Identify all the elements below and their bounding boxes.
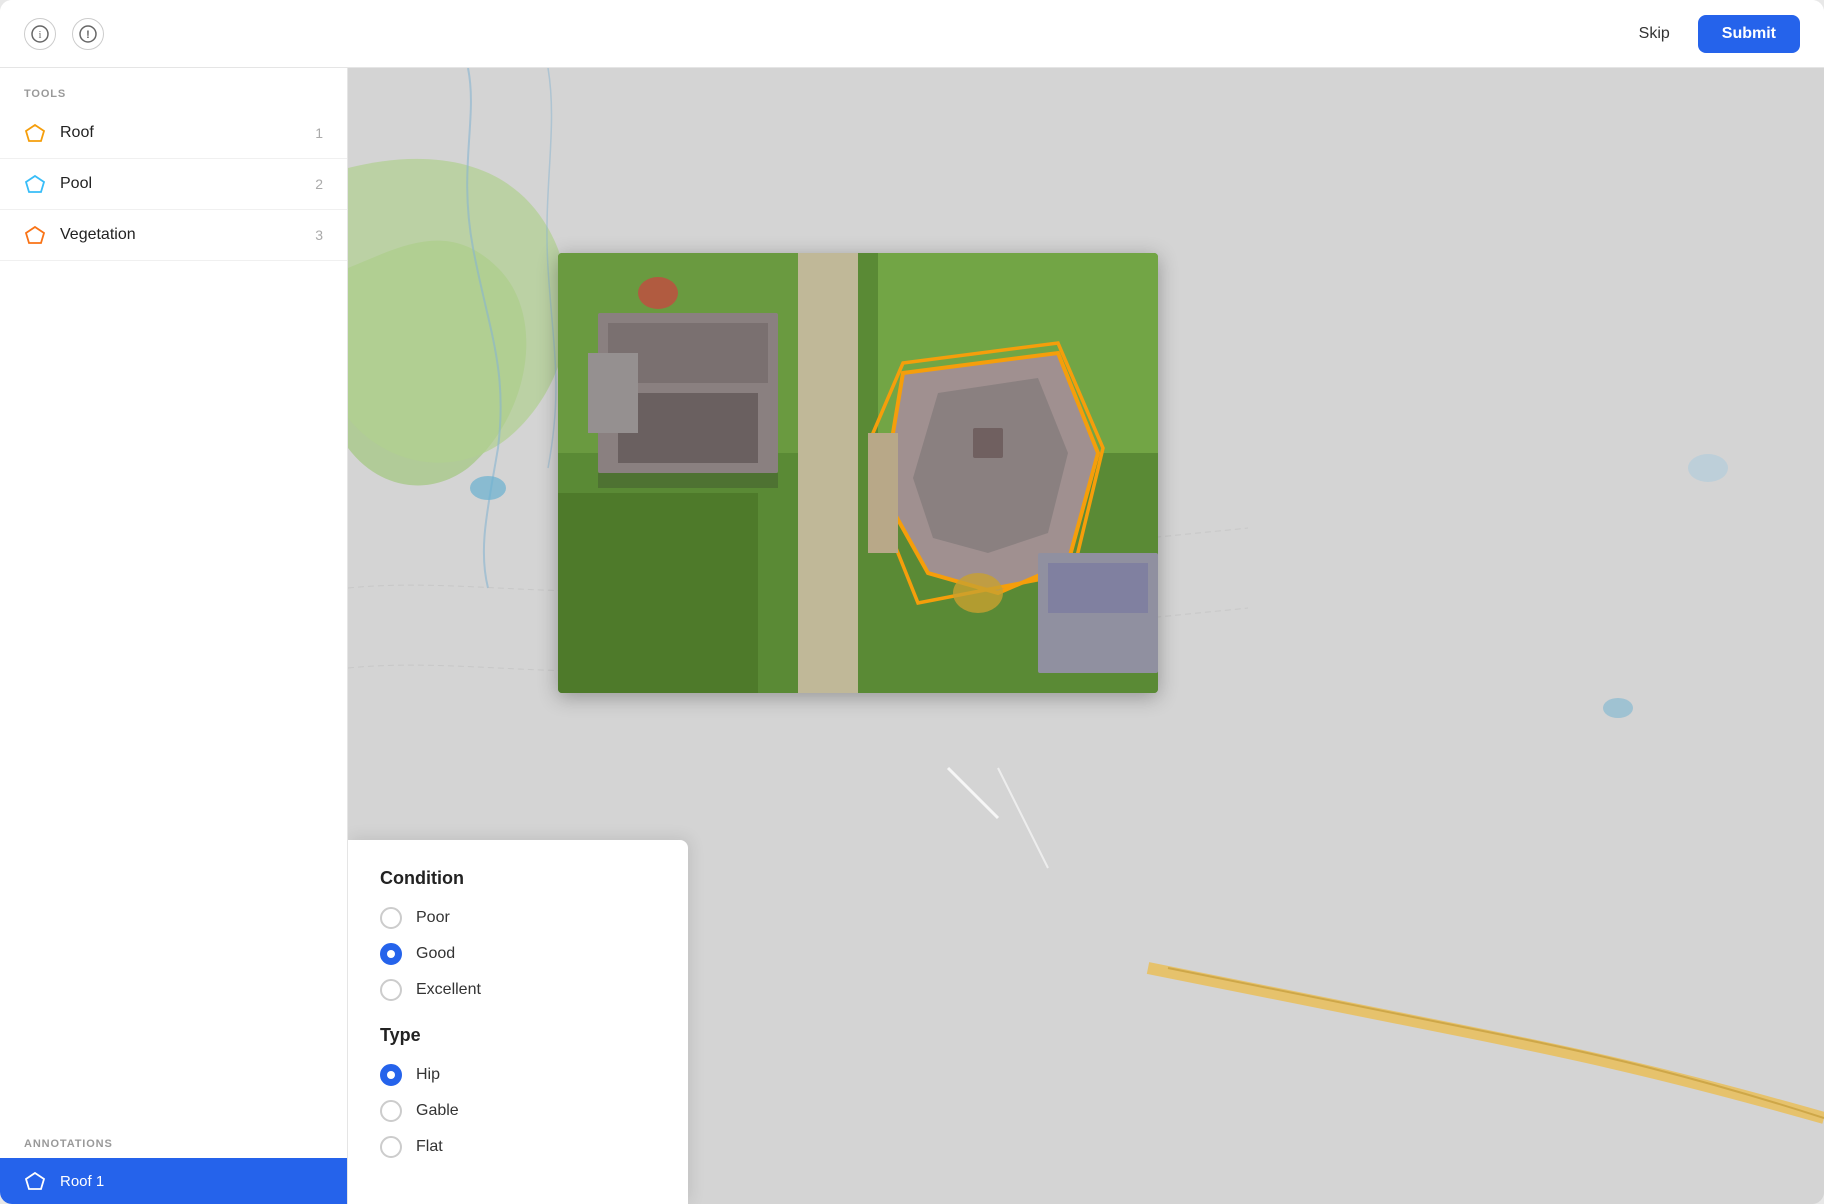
type-hip-radio[interactable] [380, 1064, 402, 1086]
type-gable-option[interactable]: Gable [380, 1100, 656, 1122]
type-flat-radio[interactable] [380, 1136, 402, 1158]
condition-good-label: Good [416, 945, 455, 963]
header-left: i ! [24, 18, 104, 50]
svg-text:!: ! [86, 29, 90, 41]
condition-excellent-label: Excellent [416, 981, 481, 999]
pool-tool-number: 2 [315, 176, 323, 192]
submit-button[interactable]: Submit [1698, 15, 1800, 53]
roof-tool-number: 1 [315, 125, 323, 141]
type-flat-option[interactable]: Flat [380, 1136, 656, 1158]
tool-item-roof[interactable]: Roof 1 [0, 108, 347, 159]
annotation-roof1-label: Roof 1 [60, 1173, 104, 1190]
annotation-item-roof1[interactable]: Roof 1 [0, 1158, 347, 1204]
type-flat-label: Flat [416, 1138, 443, 1156]
skip-button[interactable]: Skip [1627, 17, 1682, 51]
header-right: Skip Submit [1627, 15, 1800, 53]
condition-excellent-option[interactable]: Excellent [380, 979, 656, 1001]
alert-icon[interactable]: ! [72, 18, 104, 50]
tools-section-label: TOOLS [0, 68, 347, 108]
type-hip-label: Hip [416, 1066, 440, 1084]
info-icon[interactable]: i [24, 18, 56, 50]
condition-poor-option[interactable]: Poor [380, 907, 656, 929]
pool-tool-icon [24, 173, 46, 195]
aerial-photo [558, 253, 1158, 693]
annotation-roof1-icon [24, 1170, 46, 1192]
roof-tool-label: Roof [60, 124, 315, 142]
body: TOOLS Roof 1 Pool 2 [0, 68, 1824, 1204]
map-area[interactable]: Condition Poor Good Excellent Type [348, 68, 1824, 1204]
sidebar: TOOLS Roof 1 Pool 2 [0, 68, 348, 1204]
condition-title: Condition [380, 868, 656, 889]
type-hip-option[interactable]: Hip [380, 1064, 656, 1086]
roof-tool-icon [24, 122, 46, 144]
header: i ! Skip Submit [0, 0, 1824, 68]
vegetation-tool-number: 3 [315, 227, 323, 243]
tool-item-pool[interactable]: Pool 2 [0, 159, 347, 210]
app-container: i ! Skip Submit TOOLS [0, 0, 1824, 1204]
popup-card: Condition Poor Good Excellent Type [348, 840, 688, 1204]
type-gable-radio[interactable] [380, 1100, 402, 1122]
type-gable-label: Gable [416, 1102, 459, 1120]
svg-text:i: i [39, 30, 42, 41]
condition-poor-radio[interactable] [380, 907, 402, 929]
vegetation-tool-icon [24, 224, 46, 246]
tool-item-vegetation[interactable]: Vegetation 3 [0, 210, 347, 261]
vegetation-tool-label: Vegetation [60, 226, 315, 244]
pool-tool-label: Pool [60, 175, 315, 193]
condition-excellent-radio[interactable] [380, 979, 402, 1001]
annotations-section-label: ANNOTATIONS [0, 1118, 347, 1158]
condition-poor-label: Poor [416, 909, 450, 927]
type-title: Type [380, 1025, 656, 1046]
condition-good-option[interactable]: Good [380, 943, 656, 965]
condition-good-radio[interactable] [380, 943, 402, 965]
